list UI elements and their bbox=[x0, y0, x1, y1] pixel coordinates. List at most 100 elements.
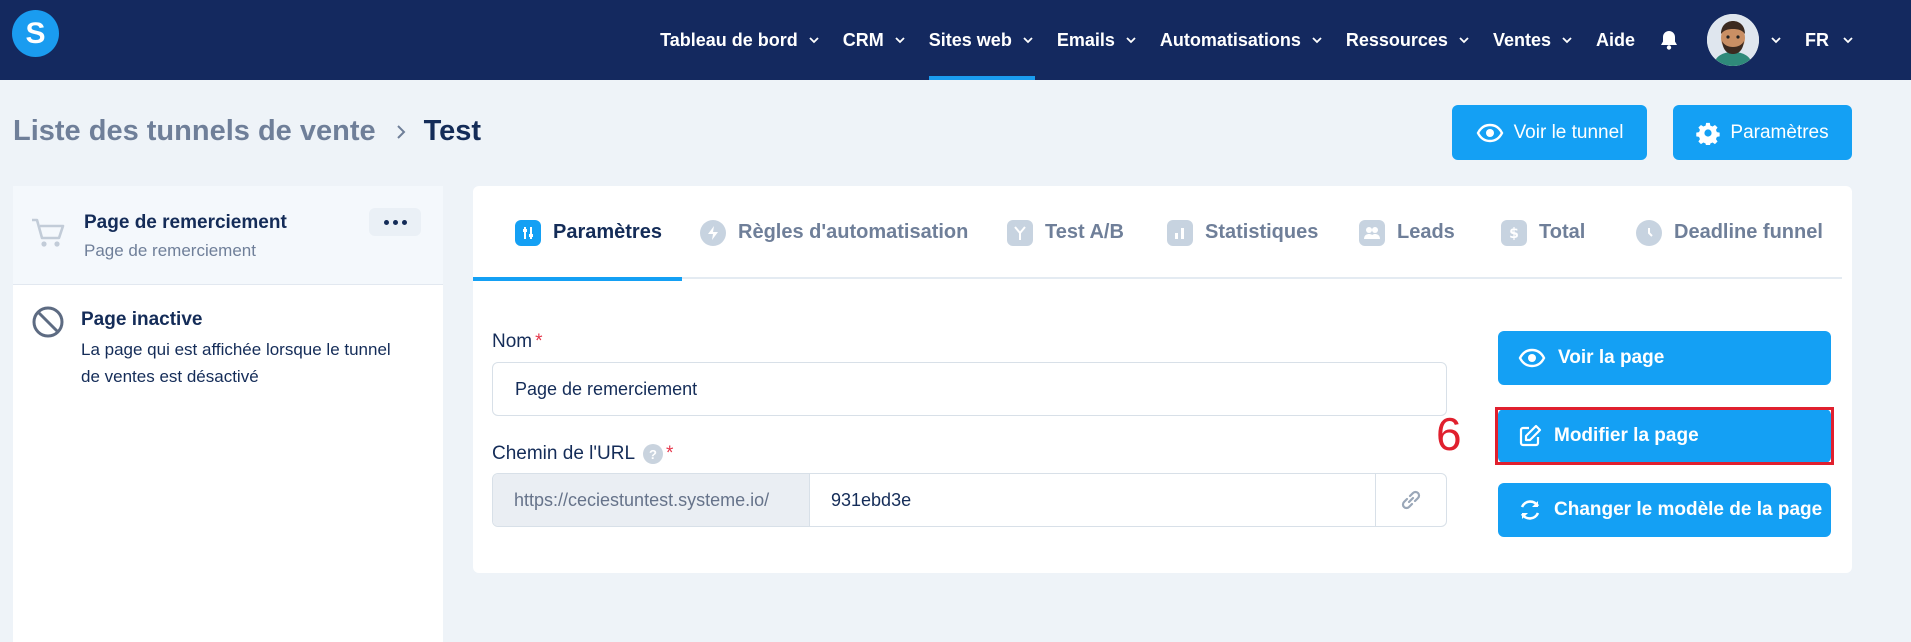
top-navbar: S Tableau de bord CRM Sites web Emails A… bbox=[0, 0, 1911, 80]
tab-label: Règles d'automatisation bbox=[738, 221, 969, 243]
sidebar-item-title: Page de remerciement bbox=[84, 212, 287, 233]
more-options-button[interactable] bbox=[369, 208, 421, 236]
change-template-label: Changer le modèle de la page bbox=[1554, 499, 1823, 520]
chevron-down-icon bbox=[1023, 37, 1033, 44]
nav-item-sites-web[interactable]: Sites web bbox=[928, 0, 1035, 80]
tab-label: Deadline funnel bbox=[1674, 221, 1823, 243]
required-mark: * bbox=[666, 443, 674, 464]
sidebar-item-subtitle: Page de remerciement bbox=[84, 241, 256, 260]
sliders-icon bbox=[515, 219, 541, 246]
chevron-down-icon bbox=[1459, 37, 1469, 44]
chevron-down-icon bbox=[1126, 37, 1136, 44]
copy-link-button[interactable] bbox=[1376, 474, 1446, 526]
refresh-icon bbox=[1520, 500, 1540, 520]
view-funnel-label: Voir le tunnel bbox=[1513, 121, 1624, 143]
tab-automation-rules[interactable]: Règles d'automatisation bbox=[700, 186, 968, 279]
nav-item-label: Ressources bbox=[1345, 29, 1448, 50]
url-prefix: https://ceciestuntest.systeme.io/ bbox=[493, 474, 810, 526]
nav-item-emails[interactable]: Emails bbox=[1057, 0, 1138, 80]
pages-sidebar: Page de remerciement Page de remerciemen… bbox=[13, 186, 443, 642]
nav-item-label: Aide bbox=[1595, 29, 1635, 50]
eye-icon bbox=[1476, 123, 1503, 142]
tab-label: Statistiques bbox=[1205, 221, 1319, 243]
bar-chart-icon bbox=[1167, 219, 1193, 246]
tab-label: Total bbox=[1539, 221, 1586, 243]
nav-item-crm[interactable]: CRM bbox=[843, 0, 907, 80]
help-icon[interactable]: ? bbox=[643, 444, 664, 464]
nav-item-label: Ventes bbox=[1492, 29, 1551, 50]
url-path-input[interactable]: 931ebd3e bbox=[810, 474, 1376, 526]
view-funnel-button[interactable]: Voir le tunnel bbox=[1452, 105, 1647, 160]
language-selector[interactable]: FR bbox=[1805, 30, 1855, 51]
cart-icon bbox=[32, 218, 65, 247]
ban-icon bbox=[32, 306, 64, 338]
tab-total[interactable]: $ Total bbox=[1501, 186, 1585, 279]
chevron-right-icon bbox=[396, 124, 406, 139]
tab-ab-test[interactable]: Test A/B bbox=[1007, 186, 1124, 279]
bell-icon[interactable] bbox=[1657, 28, 1681, 52]
breadcrumb-parent-link[interactable]: Liste des tunnels de vente bbox=[13, 115, 376, 148]
page-settings-card: Paramètres Règles d'automatisation Test … bbox=[473, 186, 1852, 573]
bolt-icon bbox=[700, 219, 726, 246]
change-template-button[interactable]: Changer le modèle de la page bbox=[1498, 483, 1831, 537]
nav-item-label: Sites web bbox=[928, 29, 1012, 50]
settings-label: Paramètres bbox=[1730, 121, 1829, 143]
breadcrumb-current: Test bbox=[423, 115, 482, 147]
name-input[interactable]: Page de remerciement bbox=[492, 362, 1447, 416]
avatar-image bbox=[1707, 14, 1759, 66]
sidebar-item-inactive-page[interactable]: Page inactive bbox=[81, 309, 202, 331]
tab-label: Leads bbox=[1397, 221, 1455, 243]
language-label: FR bbox=[1805, 29, 1829, 50]
nav-item-tableau-de-bord[interactable]: Tableau de bord bbox=[660, 0, 821, 80]
url-label-text: Chemin de l'URL bbox=[492, 443, 636, 464]
chevron-down-icon bbox=[1562, 37, 1572, 44]
nav-item-aide[interactable]: Aide bbox=[1596, 0, 1635, 80]
users-icon bbox=[1359, 219, 1385, 246]
nav-item-label: Tableau de bord bbox=[660, 29, 798, 50]
chevron-down-icon[interactable] bbox=[1769, 33, 1783, 47]
svg-text:$: $ bbox=[1509, 226, 1519, 241]
chevron-down-icon bbox=[1312, 37, 1322, 44]
nav-item-ventes[interactable]: Ventes bbox=[1493, 0, 1574, 80]
tab-leads[interactable]: Leads bbox=[1359, 186, 1455, 279]
name-label-text: Nom bbox=[492, 331, 533, 352]
view-page-button[interactable]: Voir la page bbox=[1498, 331, 1831, 385]
avatar[interactable] bbox=[1707, 14, 1759, 66]
logo[interactable]: S bbox=[12, 10, 59, 57]
tab-statistics[interactable]: Statistiques bbox=[1167, 186, 1318, 279]
step-number-annotation: 6 bbox=[1436, 408, 1462, 460]
clock-icon bbox=[1636, 219, 1662, 246]
sidebar-item-description: La page qui est affichée lorsque le tunn… bbox=[81, 340, 391, 386]
dot bbox=[383, 219, 389, 225]
highlight-box bbox=[1495, 407, 1834, 465]
link-icon bbox=[1401, 490, 1421, 510]
nav-item-ressources[interactable]: Ressources bbox=[1346, 0, 1471, 80]
dollar-icon: $ bbox=[1501, 219, 1527, 246]
chevron-down-icon bbox=[895, 37, 905, 44]
eye-icon bbox=[1518, 348, 1546, 368]
required-mark: * bbox=[535, 331, 543, 352]
nav-item-label: Emails bbox=[1056, 29, 1115, 50]
url-field-label: Chemin de l'URL ? * bbox=[492, 443, 673, 465]
name-field-label: Nom * bbox=[492, 331, 543, 353]
main-nav: Tableau de bord CRM Sites web Emails Aut… bbox=[638, 0, 1911, 80]
gear-icon bbox=[1696, 122, 1721, 145]
nav-item-label: Automatisations bbox=[1159, 29, 1301, 50]
breadcrumb: Liste des tunnels de vente Test bbox=[13, 115, 481, 148]
url-path-group: https://ceciestuntest.systeme.io/ 931ebd… bbox=[492, 473, 1447, 527]
dot bbox=[401, 219, 407, 225]
tab-label: Test A/B bbox=[1045, 221, 1124, 243]
sidebar-item-thank-you-page[interactable]: Page de remerciement Page de remerciemen… bbox=[13, 186, 443, 285]
nav-item-label: CRM bbox=[842, 29, 884, 50]
split-icon bbox=[1007, 219, 1033, 246]
tab-bar: Paramètres Règles d'automatisation Test … bbox=[473, 186, 1842, 281]
settings-button[interactable]: Paramètres bbox=[1673, 105, 1852, 160]
chevron-down-icon bbox=[1843, 37, 1853, 44]
tab-parametres[interactable]: Paramètres bbox=[473, 186, 682, 281]
chevron-down-icon bbox=[809, 37, 819, 44]
tab-deadline-funnel[interactable]: Deadline funnel bbox=[1636, 186, 1823, 279]
dot bbox=[392, 219, 398, 225]
nav-item-automatisations[interactable]: Automatisations bbox=[1160, 0, 1324, 80]
view-page-label: Voir la page bbox=[1558, 347, 1665, 368]
tab-label: Paramètres bbox=[553, 221, 662, 243]
